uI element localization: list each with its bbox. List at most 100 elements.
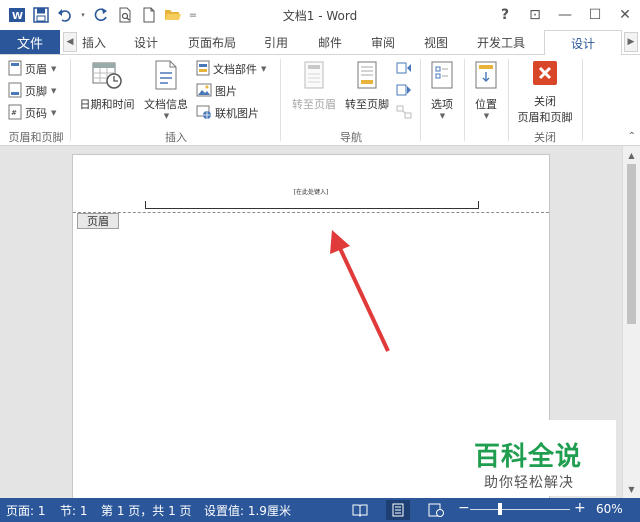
zoom-out-button[interactable]: −: [458, 500, 470, 516]
header-button-label: 页眉: [25, 63, 47, 76]
tab-scroll-left-button[interactable]: ◀: [63, 32, 77, 52]
goto-footer-label: 转至页脚: [345, 98, 389, 111]
collapse-ribbon-icon[interactable]: ⌃: [628, 131, 636, 142]
chevron-down-icon: ▼: [163, 112, 170, 120]
link-to-previous-button[interactable]: [396, 103, 412, 123]
pictures-label: 图片: [215, 85, 237, 98]
group-divider: [582, 59, 583, 141]
goto-header-button[interactable]: 转至页眉: [286, 59, 342, 112]
zoom-slider-thumb[interactable]: [498, 503, 502, 515]
title-bar: W ▾ = 文档1 - Word ? ⊡ — ☐ ✕: [0, 0, 640, 30]
chevron-down-icon: ▼: [261, 65, 267, 73]
previous-section-button[interactable]: [396, 59, 412, 79]
tab-review[interactable]: 审阅: [365, 30, 401, 54]
tab-references[interactable]: 引用: [258, 30, 294, 54]
picture-icon: [196, 83, 212, 100]
help-button[interactable]: ?: [490, 0, 520, 30]
date-time-button[interactable]: 日期和时间: [76, 59, 138, 112]
tab-developer[interactable]: 开发工具: [470, 30, 532, 54]
online-pictures-button[interactable]: 联机图片: [196, 103, 259, 123]
footer-button[interactable]: 页脚 ▼: [8, 81, 56, 101]
online-pictures-label: 联机图片: [215, 107, 259, 120]
calendar-clock-icon: [91, 59, 123, 94]
goto-header-icon: [300, 59, 328, 94]
page-number-icon: #: [8, 104, 22, 123]
status-setting-value[interactable]: 设置值: 1.9厘米: [204, 502, 291, 519]
ribbon-display-options-button[interactable]: ⊡: [520, 0, 550, 30]
chevron-down-icon: ▼: [51, 109, 57, 117]
watermark-subtitle: 助你轻松解决: [484, 475, 574, 491]
close-label-line2: 页眉和页脚: [517, 111, 573, 124]
tab-scroll-right-button[interactable]: ▶: [624, 32, 638, 52]
options-label: 选项: [431, 98, 453, 111]
window-controls: ? ⊡ — ☐ ✕: [490, 0, 640, 30]
position-icon: [472, 59, 500, 94]
watermark-title: 百科全说: [474, 442, 583, 472]
document-info-icon: [152, 59, 180, 94]
maximize-button[interactable]: ☐: [580, 0, 610, 30]
svg-text:#: #: [11, 109, 17, 117]
page-number-button-label: 页码: [25, 107, 47, 120]
group-divider: [420, 59, 421, 141]
read-mode-icon[interactable]: [348, 500, 372, 520]
group-divider: [70, 59, 71, 141]
print-layout-icon[interactable]: [386, 500, 410, 520]
red-arrow-annotation: [330, 230, 390, 352]
date-time-label: 日期和时间: [79, 98, 135, 111]
quick-parts-icon: [196, 60, 210, 79]
status-page-count[interactable]: 第 1 页，共 1 页: [101, 502, 192, 519]
chevron-down-icon: ▼: [439, 112, 446, 120]
group-divider: [280, 59, 281, 141]
zoom-level[interactable]: 60%: [596, 502, 623, 516]
footer-icon: [8, 82, 22, 101]
tab-header-footer-design[interactable]: 设计: [544, 30, 622, 55]
scroll-up-arrow-icon[interactable]: ▲: [623, 148, 640, 162]
zoom-slider[interactable]: [470, 509, 570, 510]
header-rule: [145, 201, 479, 209]
status-page[interactable]: 页面: 1: [6, 502, 46, 519]
position-label: 位置: [475, 98, 497, 111]
next-section-icon: [396, 83, 412, 100]
group-label-header-footer: 页眉和页脚: [8, 131, 64, 144]
tab-mailings[interactable]: 邮件: [312, 30, 348, 54]
ribbon: 页眉 ▼ 页脚 ▼ # 页码 ▼ 页眉和页脚 日期和时间 文档信息 ▼ 文档部件 ▼ 图…: [0, 54, 640, 146]
header-boundary-line: [73, 212, 549, 213]
tab-design[interactable]: 设计: [128, 30, 164, 54]
zoom-in-button[interactable]: +: [574, 500, 586, 516]
close-button[interactable]: ✕: [610, 0, 640, 30]
document-info-button[interactable]: 文档信息 ▼: [140, 59, 192, 120]
tab-file[interactable]: 文件: [0, 30, 60, 54]
status-bar: 页面: 1 节: 1 第 1 页，共 1 页 设置值: 1.9厘米 − + 60…: [0, 498, 640, 522]
goto-footer-button[interactable]: 转至页脚: [340, 59, 394, 112]
goto-header-label: 转至页眉: [292, 98, 336, 111]
chevron-down-icon: ▼: [51, 65, 57, 73]
options-icon: [428, 59, 456, 94]
group-divider: [464, 59, 465, 141]
tab-insert[interactable]: 插入: [78, 30, 110, 54]
footer-button-label: 页脚: [25, 85, 47, 98]
header-placeholder[interactable]: [在此处键入]: [73, 187, 549, 196]
tab-view[interactable]: 视图: [418, 30, 454, 54]
link-to-previous-icon: [396, 105, 412, 122]
close-red-x-icon: [531, 59, 559, 90]
quick-parts-button[interactable]: 文档部件 ▼: [196, 59, 266, 79]
close-label-line1: 关闭: [534, 95, 556, 108]
header-tag: 页眉: [77, 213, 119, 229]
pictures-button[interactable]: 图片: [196, 81, 237, 101]
vertical-scrollbar[interactable]: ▲ ▼: [622, 146, 640, 498]
group-label-close: 关闭: [534, 131, 556, 144]
header-button[interactable]: 页眉 ▼: [8, 59, 56, 79]
group-label-navigation: 导航: [340, 131, 362, 144]
next-section-button[interactable]: [396, 81, 412, 101]
tab-page-layout[interactable]: 页面布局: [183, 30, 241, 54]
close-header-footer-button[interactable]: 关闭 页眉和页脚: [512, 59, 578, 125]
page-number-button[interactable]: # 页码 ▼: [8, 103, 56, 123]
status-section[interactable]: 节: 1: [60, 502, 88, 519]
options-button[interactable]: 选项 ▼: [424, 59, 460, 120]
watermark-logo: 百科全说 助你轻松解决: [464, 420, 616, 496]
position-button[interactable]: 位置 ▼: [468, 59, 504, 120]
web-layout-icon[interactable]: [424, 500, 448, 520]
minimize-button[interactable]: —: [550, 0, 580, 30]
scrollbar-thumb[interactable]: [627, 164, 636, 324]
scroll-down-arrow-icon[interactable]: ▼: [623, 482, 640, 496]
